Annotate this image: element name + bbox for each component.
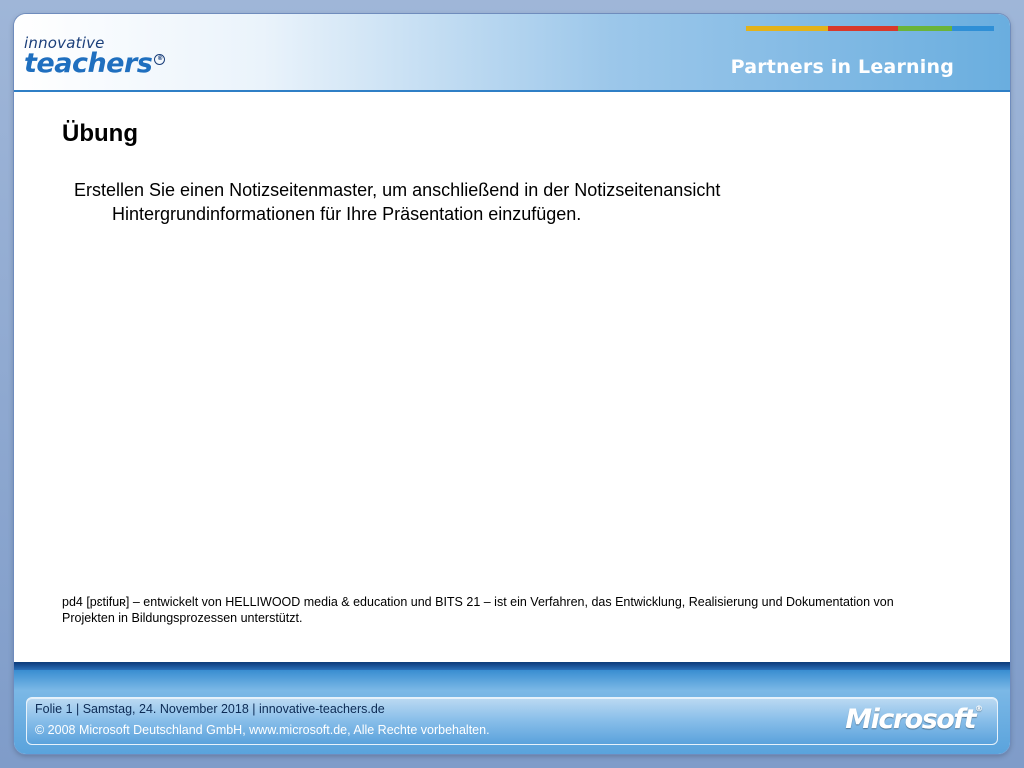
slide-body-text: Erstellen Sie einen Notizseitenmaster, u… — [74, 180, 721, 224]
footer-copyright: © 2008 Microsoft Deutschland GmbH, www.m… — [35, 723, 490, 737]
slide-header: innovative teachers ® Partners in Learnin… — [14, 14, 1010, 92]
stripe-red — [828, 26, 898, 31]
slide-title: Übung — [62, 120, 138, 147]
stripe-yellow — [746, 26, 828, 31]
stripe-blue — [952, 26, 994, 31]
partners-in-learning-tagline: Partners in Learning — [730, 56, 954, 78]
slide-footer: Folie 1 | Samstag, 24. November 2018 | i… — [14, 662, 1010, 754]
logo-mark-icon: ® — [154, 54, 166, 65]
logo-teachers-text: teachers ® — [24, 48, 166, 79]
pd4-note: pd4 [pɛtifuʀ] – entwickelt von HELLIWOOD… — [62, 595, 894, 625]
microsoft-logo-word: Microsoft — [845, 704, 976, 735]
microsoft-registered-mark: ® — [975, 704, 983, 713]
footer-band — [14, 663, 1010, 670]
footer-slide-info: Folie 1 | Samstag, 24. November 2018 | i… — [35, 702, 385, 716]
slide: innovative teachers ® Partners in Learnin… — [14, 14, 1010, 754]
footer-info-box: Folie 1 | Samstag, 24. November 2018 | i… — [26, 697, 998, 745]
innovative-teachers-logo: innovative teachers ® — [24, 36, 166, 79]
color-stripes — [746, 26, 994, 31]
microsoft-logo: Microsoft® — [845, 704, 983, 735]
logo-teachers-word: teachers — [24, 48, 153, 79]
stripe-green — [898, 26, 952, 31]
